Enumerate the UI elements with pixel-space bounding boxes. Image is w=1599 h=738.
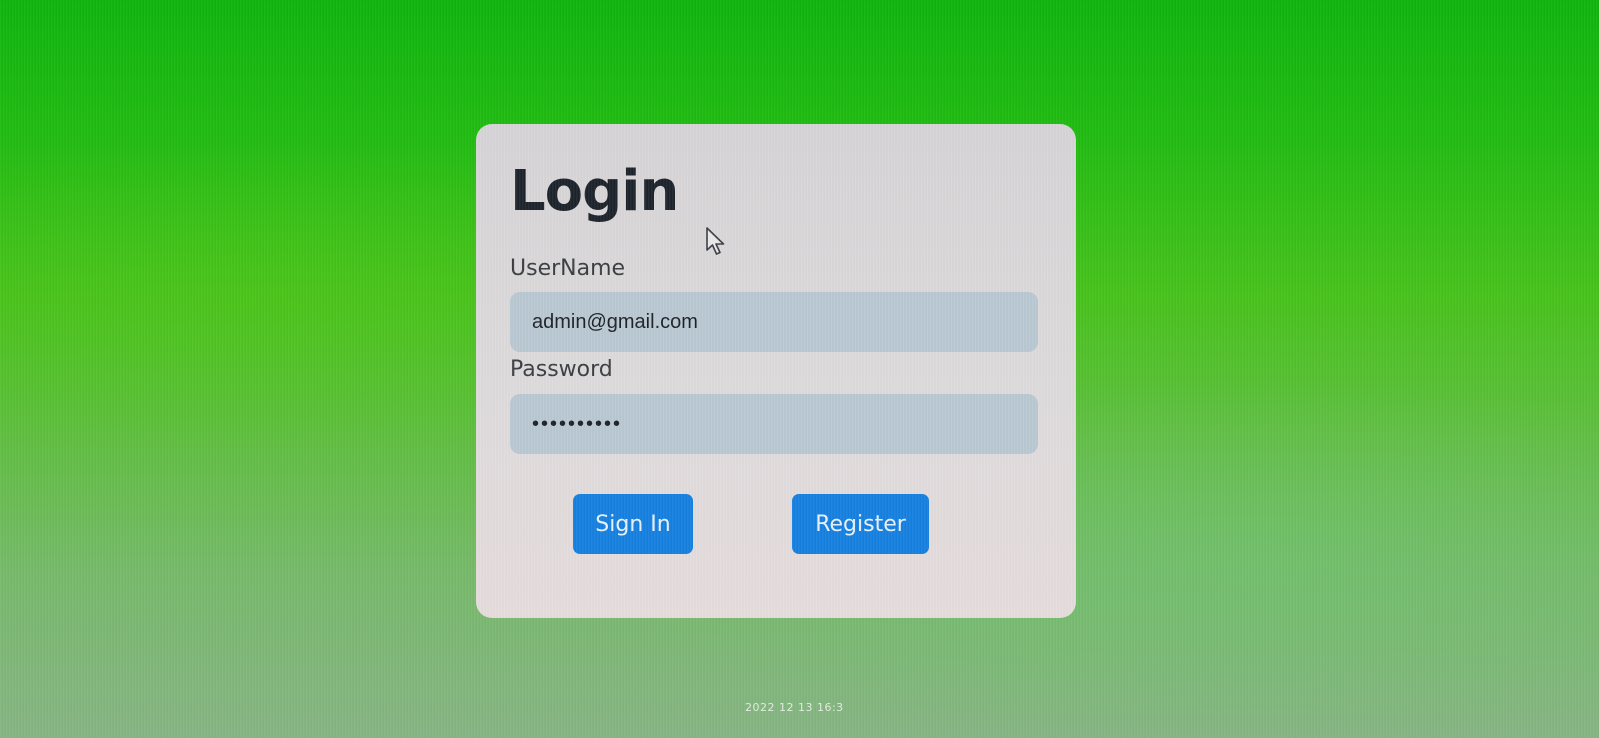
username-label: UserName — [510, 256, 626, 281]
login-card: Login UserName Password Sign In Register — [476, 124, 1076, 618]
register-button[interactable]: Register — [792, 494, 929, 554]
page-title: Login — [510, 159, 679, 224]
photo-timestamp: 2022 12 13 16:3 — [745, 701, 844, 714]
password-input[interactable] — [510, 394, 1038, 454]
username-input[interactable] — [510, 292, 1038, 352]
mouse-pointer-icon — [706, 227, 725, 255]
sign-in-button[interactable]: Sign In — [573, 494, 693, 554]
password-label: Password — [510, 357, 613, 382]
